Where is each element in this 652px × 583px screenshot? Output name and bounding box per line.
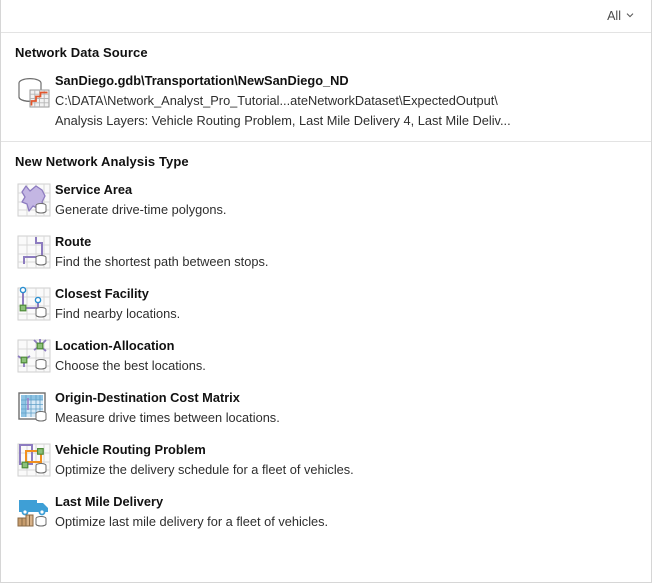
analysis-type-item-od-cost-matrix[interactable]: Origin-Destination Cost Matrix Measure d… <box>1 383 651 435</box>
network-data-source-text: SanDiego.gdb\Transportation\NewSanDiego_… <box>55 70 511 131</box>
analysis-type-title: Closest Facility <box>55 284 180 304</box>
new-network-analysis-panel: All Network Data Source <box>0 0 652 583</box>
analysis-type-desc: Find the shortest path between stops. <box>55 252 268 272</box>
analysis-type-item-route[interactable]: Route Find the shortest path between sto… <box>1 227 651 279</box>
analysis-type-desc: Find nearby locations. <box>55 304 180 324</box>
analysis-type-desc: Optimize the delivery schedule for a fle… <box>55 460 354 480</box>
analysis-type-text: Location-Allocation Choose the best loca… <box>55 335 206 376</box>
analysis-type-item-service-area[interactable]: Service Area Generate drive-time polygon… <box>1 175 651 227</box>
analysis-type-item-vehicle-routing-problem[interactable]: Vehicle Routing Problem Optimize the del… <box>1 435 651 487</box>
analysis-type-text: Service Area Generate drive-time polygon… <box>55 179 226 220</box>
analysis-type-desc: Choose the best locations. <box>55 356 206 376</box>
analysis-type-title: Route <box>55 232 268 252</box>
od-cost-matrix-icon <box>13 387 55 434</box>
analysis-type-list: Service Area Generate drive-time polygon… <box>1 175 651 539</box>
network-data-source-layers: Analysis Layers: Vehicle Routing Problem… <box>55 111 511 131</box>
network-data-source-path: C:\DATA\Network_Analyst_Pro_Tutorial...a… <box>55 91 511 111</box>
analysis-type-item-closest-facility[interactable]: Closest Facility Find nearby locations. <box>1 279 651 331</box>
network-dataset-icon <box>13 72 55 120</box>
analysis-type-desc: Measure drive times between locations. <box>55 408 280 428</box>
last-mile-delivery-icon <box>13 491 55 538</box>
analysis-type-text: Vehicle Routing Problem Optimize the del… <box>55 439 354 480</box>
analysis-type-text: Closest Facility Find nearby locations. <box>55 283 180 324</box>
analysis-type-text: Route Find the shortest path between sto… <box>55 231 268 272</box>
filter-all-dropdown[interactable]: All <box>604 7 637 25</box>
service-area-icon <box>13 179 55 226</box>
new-network-analysis-type-header: New Network Analysis Type <box>1 142 651 175</box>
analysis-type-title: Location-Allocation <box>55 336 206 356</box>
analysis-type-item-last-mile-delivery[interactable]: Last Mile Delivery Optimize last mile de… <box>1 487 651 539</box>
location-allocation-icon <box>13 335 55 382</box>
new-network-analysis-type-section: New Network Analysis Type <box>1 142 651 539</box>
analysis-type-text: Origin-Destination Cost Matrix Measure d… <box>55 387 280 428</box>
network-data-source-header: Network Data Source <box>1 33 651 66</box>
analysis-type-title: Last Mile Delivery <box>55 492 328 512</box>
analysis-type-title: Service Area <box>55 180 226 200</box>
analysis-type-item-location-allocation[interactable]: Location-Allocation Choose the best loca… <box>1 331 651 383</box>
analysis-type-title: Origin-Destination Cost Matrix <box>55 388 280 408</box>
filter-bar: All <box>1 0 651 33</box>
route-icon <box>13 231 55 278</box>
analysis-type-title: Vehicle Routing Problem <box>55 440 354 460</box>
network-data-source-title: SanDiego.gdb\Transportation\NewSanDiego_… <box>55 71 511 91</box>
network-data-source-item[interactable]: SanDiego.gdb\Transportation\NewSanDiego_… <box>1 66 651 141</box>
analysis-type-desc: Generate drive-time polygons. <box>55 200 226 220</box>
filter-label: All <box>607 9 621 23</box>
closest-facility-icon <box>13 283 55 330</box>
analysis-type-desc: Optimize last mile delivery for a fleet … <box>55 512 328 532</box>
vehicle-routing-problem-icon <box>13 439 55 486</box>
chevron-down-icon <box>626 11 634 19</box>
network-data-source-section: Network Data Source <box>1 33 651 141</box>
analysis-type-text: Last Mile Delivery Optimize last mile de… <box>55 491 328 532</box>
